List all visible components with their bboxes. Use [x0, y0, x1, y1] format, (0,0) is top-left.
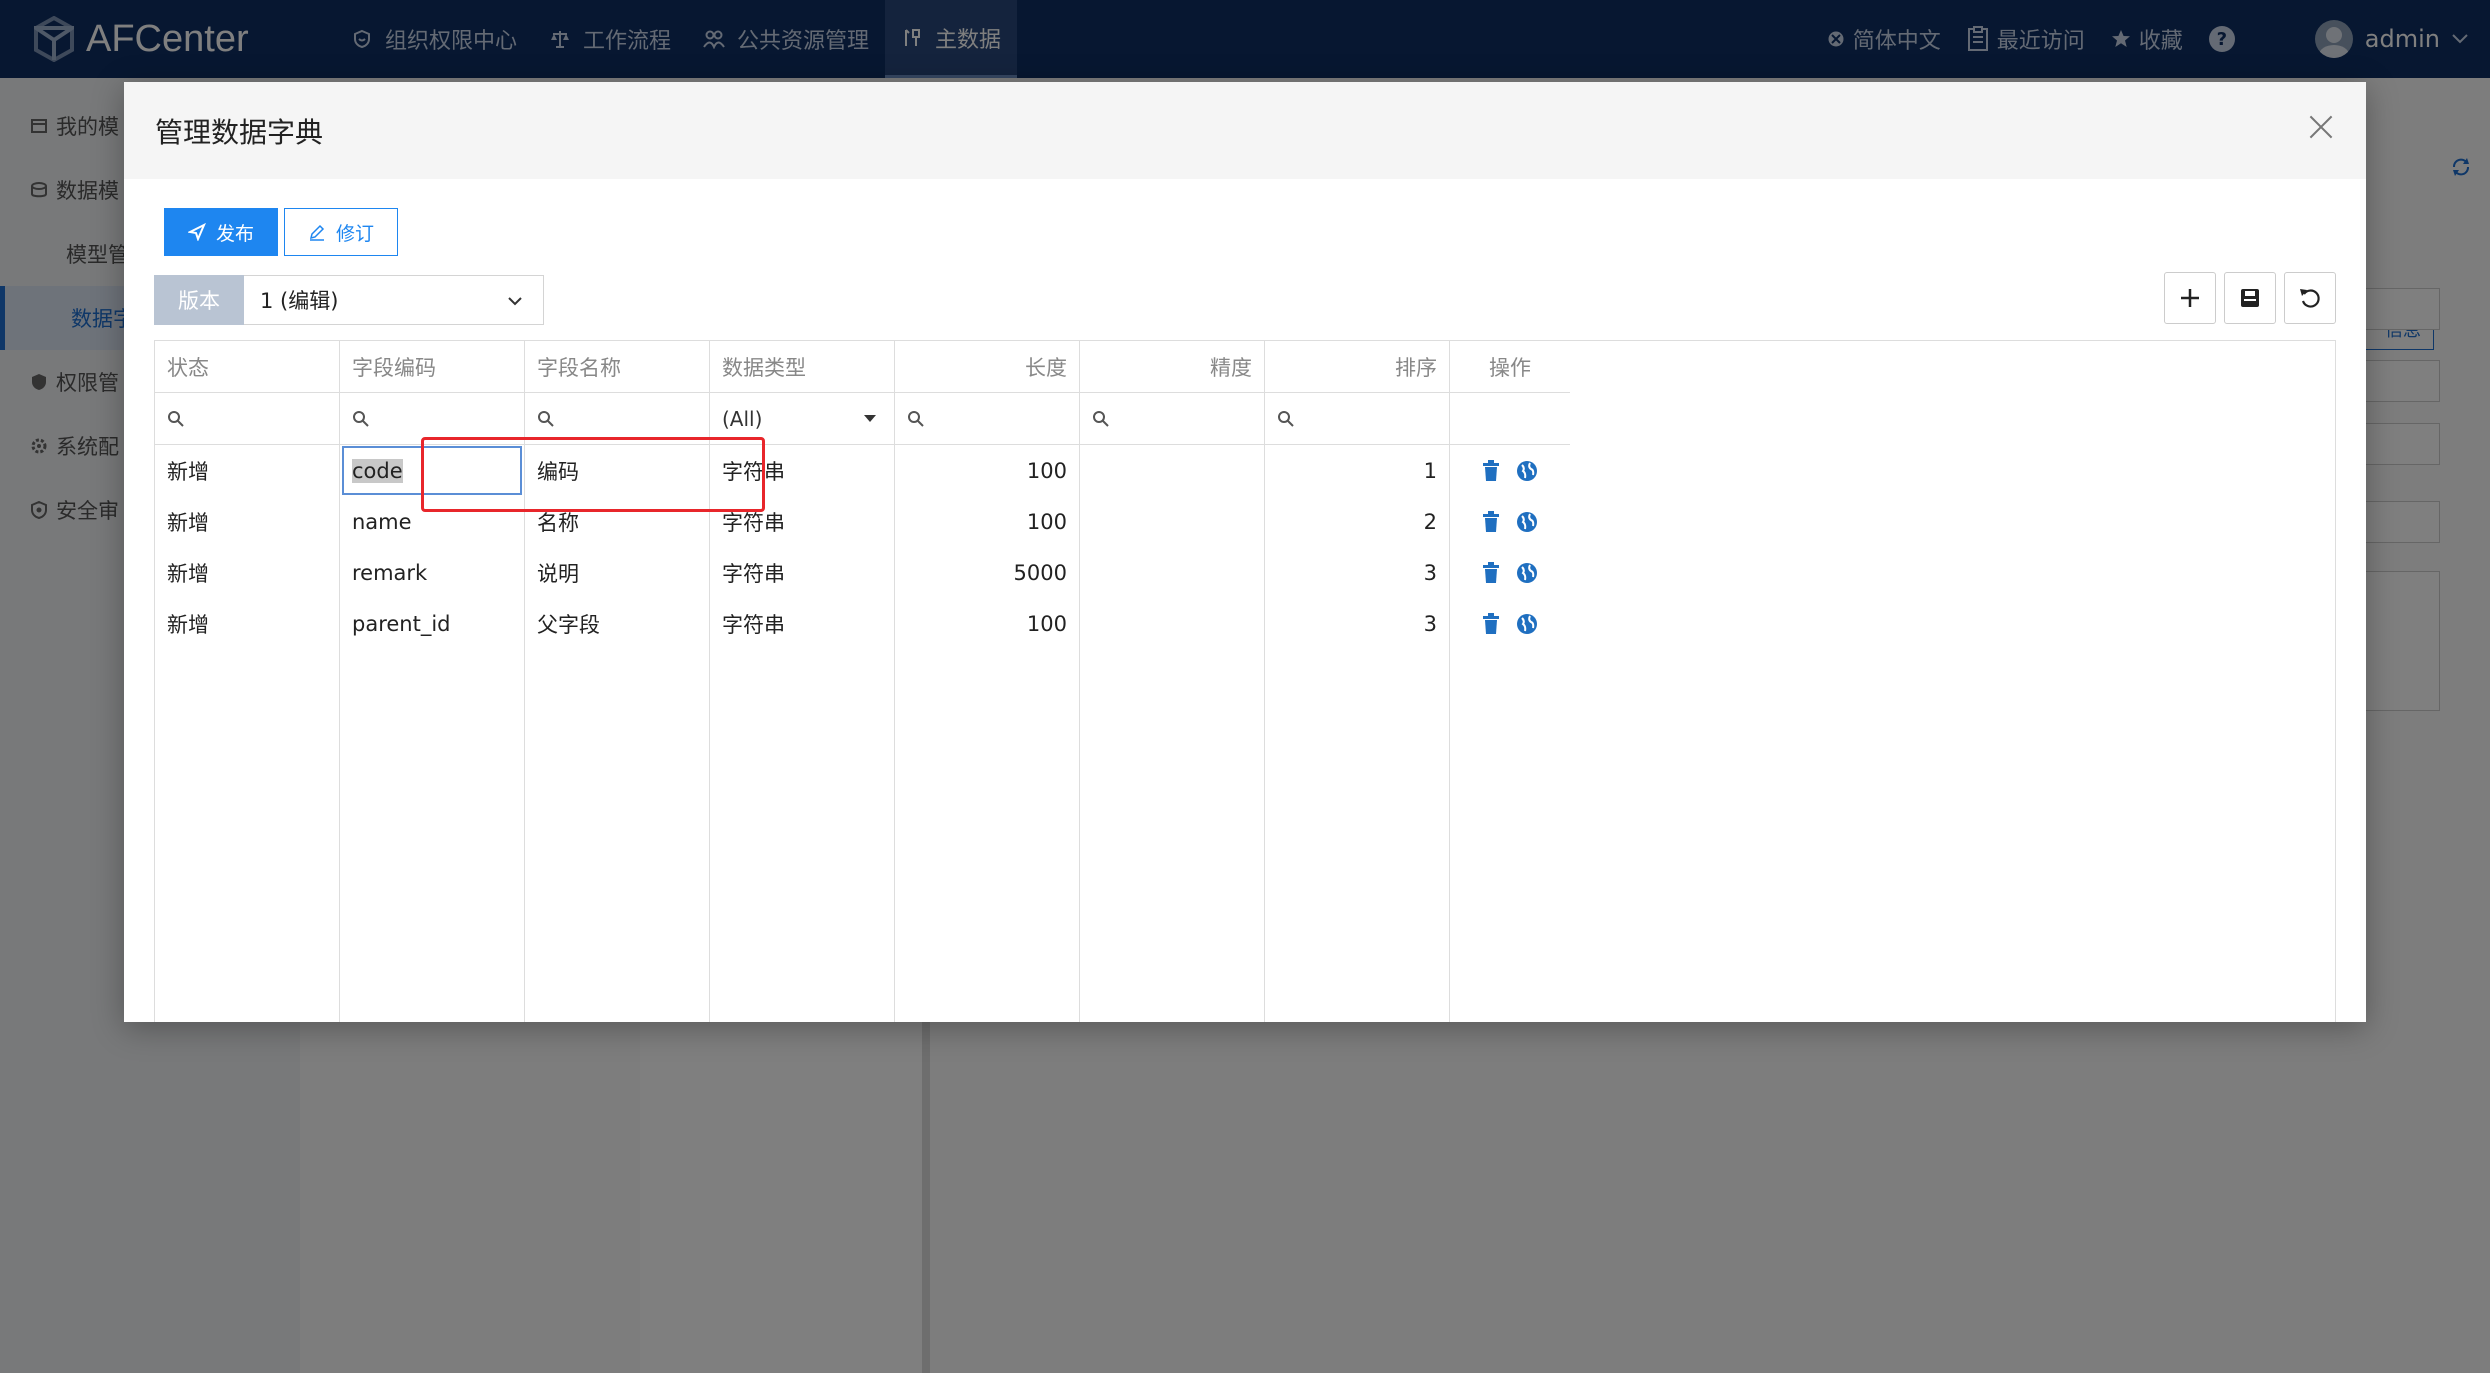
column-order: 排序 1 2 3 3 [1265, 341, 1450, 1022]
close-icon[interactable] [2306, 112, 2336, 142]
filter-cell[interactable] [1080, 393, 1264, 445]
table-cell[interactable]: 1 [1265, 445, 1449, 496]
search-icon [1278, 410, 1294, 427]
chevron-down-icon [508, 297, 522, 306]
table-cell[interactable] [1080, 598, 1264, 649]
table-cell[interactable]: 3 [1265, 598, 1449, 649]
globe-icon[interactable] [1516, 562, 1538, 584]
table-cell[interactable]: 新增 [155, 496, 339, 547]
column-header[interactable]: 精度 [1080, 341, 1264, 393]
row-actions [1450, 496, 1570, 547]
trash-icon[interactable] [1482, 510, 1500, 533]
column-header[interactable]: 排序 [1265, 341, 1449, 393]
save-icon [2241, 289, 2259, 307]
table-cell[interactable]: parent_id [340, 598, 524, 649]
revise-label: 修订 [335, 222, 374, 245]
plus-icon [2181, 289, 2199, 307]
search-icon [168, 410, 184, 427]
filter-cell[interactable] [155, 393, 339, 445]
table-cell[interactable]: 新增 [155, 598, 339, 649]
trash-icon[interactable] [1482, 459, 1500, 482]
search-icon [353, 410, 369, 427]
globe-icon[interactable] [1516, 511, 1538, 533]
table-cell[interactable] [1080, 445, 1264, 496]
type-filter-value: (All) [722, 406, 763, 431]
undo-button[interactable] [2284, 272, 2336, 324]
globe-icon[interactable] [1516, 460, 1538, 482]
column-header[interactable]: 状态 [155, 341, 339, 393]
table-cell[interactable]: 100 [895, 496, 1079, 547]
table-cell[interactable] [1080, 547, 1264, 598]
filter-cell[interactable] [1265, 393, 1449, 445]
grid-toolbar [2156, 272, 2336, 324]
column-header[interactable]: 数据类型 [710, 341, 894, 393]
column-actions: 操作 [1450, 341, 1570, 1022]
cell-editor-value: code [352, 458, 403, 483]
table-cell[interactable]: 100 [895, 598, 1079, 649]
data-dictionary-dialog: 管理数据字典 发布 修订 版本 1 (编辑) 状态 新增 新增 新增 新增 字段… [124, 82, 2366, 1022]
filter-cell[interactable] [895, 393, 1079, 445]
table-cell[interactable] [1080, 496, 1264, 547]
column-header[interactable]: 字段名称 [525, 341, 709, 393]
send-icon [187, 223, 206, 241]
table-cell[interactable]: 字符串 [710, 598, 894, 649]
caret-down-icon [864, 415, 876, 422]
search-icon [538, 410, 554, 427]
publish-label: 发布 [215, 222, 254, 245]
publish-button[interactable]: 发布 [164, 208, 278, 256]
search-icon [1093, 410, 1109, 427]
revise-button[interactable]: 修订 [284, 208, 398, 256]
action-buttons: 发布 修订 [164, 208, 404, 256]
trash-icon[interactable] [1482, 612, 1500, 635]
table-cell[interactable]: 5000 [895, 547, 1079, 598]
search-icon [908, 410, 924, 427]
add-row-button[interactable] [2164, 272, 2216, 324]
table-cell[interactable]: 字符串 [710, 547, 894, 598]
table-cell[interactable]: 新增 [155, 445, 339, 496]
column-header[interactable]: 长度 [895, 341, 1079, 393]
table-cell[interactable]: 新增 [155, 547, 339, 598]
column-header[interactable]: 字段编码 [340, 341, 524, 393]
version-selector: 版本 1 (编辑) [154, 275, 544, 325]
column-precision: 精度 [1080, 341, 1265, 1022]
version-dropdown[interactable]: 1 (编辑) [244, 275, 544, 325]
column-length: 长度 100 100 5000 100 [895, 341, 1080, 1022]
row-actions [1450, 445, 1570, 496]
edit-icon [308, 223, 326, 241]
undo-icon [2300, 289, 2320, 308]
column-header: 操作 [1450, 341, 1570, 393]
table-cell[interactable]: 100 [895, 445, 1079, 496]
table-cell[interactable]: remark [340, 547, 524, 598]
modal-header: 管理数据字典 [124, 82, 2366, 179]
table-cell[interactable]: 父字段 [525, 598, 709, 649]
filter-cell-empty [1450, 393, 1570, 445]
trash-icon[interactable] [1482, 561, 1500, 584]
table-cell[interactable]: 3 [1265, 547, 1449, 598]
globe-icon[interactable] [1516, 613, 1538, 635]
version-label: 版本 [154, 275, 244, 325]
row-actions [1450, 547, 1570, 598]
column-status: 状态 新增 新增 新增 新增 [155, 341, 340, 1022]
modal-title: 管理数据字典 [155, 115, 324, 149]
table-cell[interactable]: 2 [1265, 496, 1449, 547]
version-value: 1 (编辑) [260, 289, 339, 313]
annotation-highlight-box [421, 437, 765, 512]
row-actions [1450, 598, 1570, 649]
table-cell[interactable]: 说明 [525, 547, 709, 598]
save-button[interactable] [2224, 272, 2276, 324]
